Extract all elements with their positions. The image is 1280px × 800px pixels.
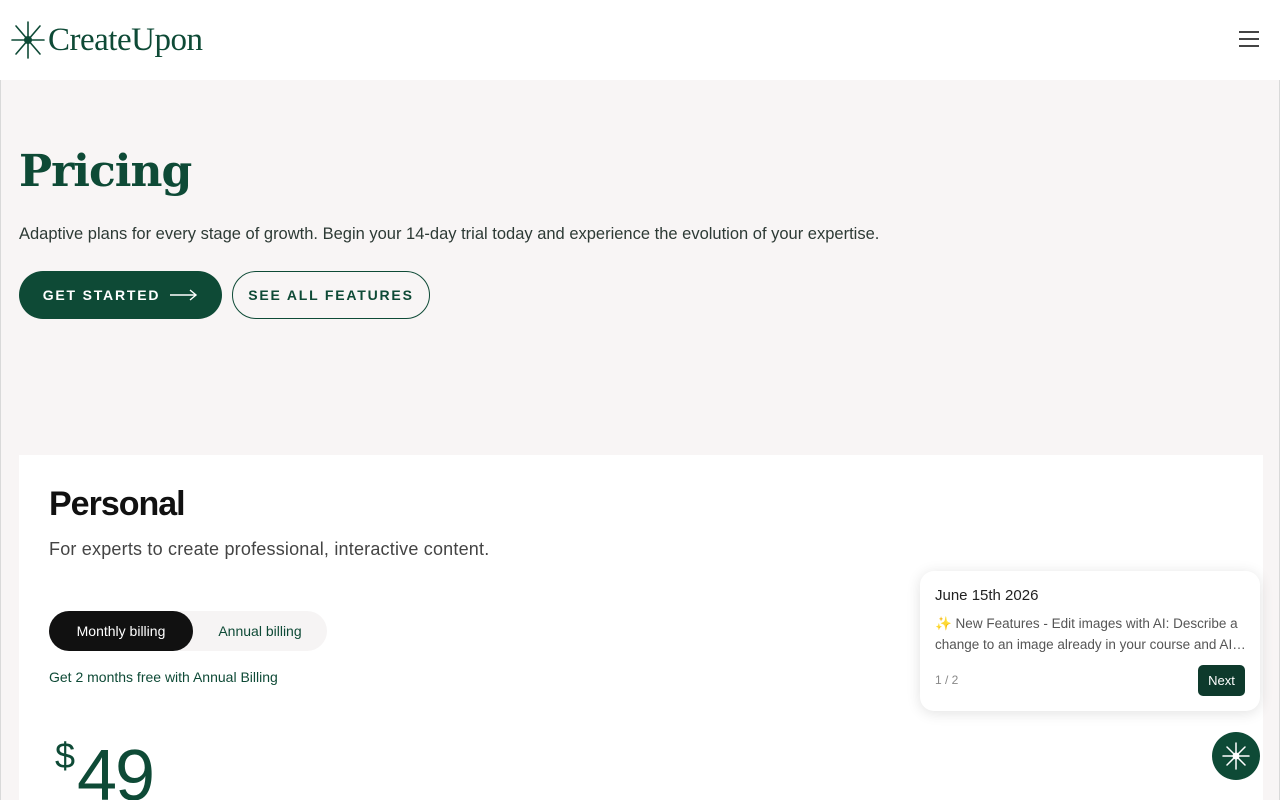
price-amount: 49 <box>77 736 155 800</box>
announcement-popup: June 15th 2026 ✨ New Features - Edit ima… <box>920 571 1260 711</box>
arrow-right-icon <box>170 289 198 301</box>
brand-name: CreateUpon <box>48 21 203 58</box>
brand-logo[interactable]: CreateUpon <box>10 20 203 60</box>
get-started-label: GET STARTED <box>42 287 161 303</box>
annual-billing-promo: Get 2 months free with Annual Billing <box>49 669 278 685</box>
page-subtitle: Adaptive plans for every stage of growth… <box>19 225 880 243</box>
announcement-next-button[interactable]: Next <box>1198 665 1245 696</box>
hamburger-menu-icon[interactable] <box>1237 31 1261 51</box>
assistant-launcher-button[interactable] <box>1212 732 1260 780</box>
announcement-text: ✨ New Features - Edit images with AI: De… <box>935 616 1238 652</box>
price-currency: $ <box>55 735 76 776</box>
announcement-date: June 15th 2026 <box>935 587 1039 604</box>
site-header: CreateUpon <box>0 0 1280 80</box>
sparkle-icon <box>1222 742 1250 770</box>
annual-billing-option[interactable]: Annual billing <box>193 611 327 651</box>
plan-name: Personal <box>49 485 186 523</box>
star-burst-icon <box>11 21 45 59</box>
see-all-features-button[interactable]: SEE ALL FEATURES <box>232 271 430 319</box>
announcement-counter: 1 / 2 <box>935 673 959 687</box>
monthly-billing-option[interactable]: Monthly billing <box>49 611 193 651</box>
plan-description: For experts to create professional, inte… <box>49 539 490 559</box>
billing-toggle: Monthly billing Annual billing <box>49 611 327 651</box>
page-title: Pricing <box>19 146 192 197</box>
get-started-button[interactable]: GET STARTED <box>19 271 222 319</box>
